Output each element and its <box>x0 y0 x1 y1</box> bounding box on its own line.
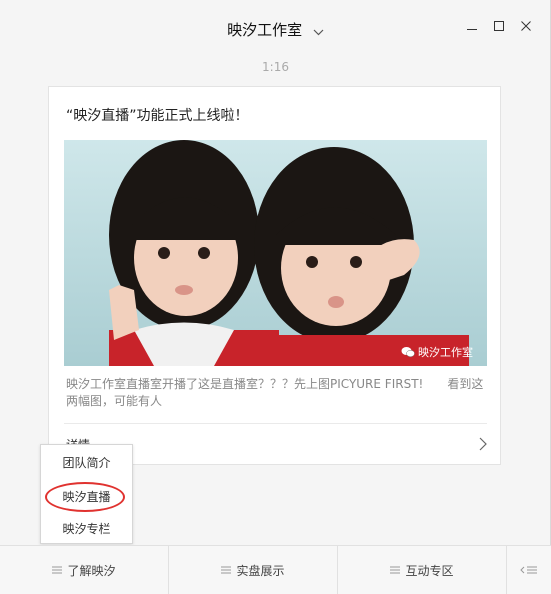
article-summary: 映汐工作室直播室开播了这是直播室？？？先上图PICYURE FIRST! 看到这… <box>66 377 484 408</box>
bottom-menu-bar: 了解映汐 实盘展示 互动专区 <box>0 545 551 594</box>
account-name[interactable]: 映汐工作室 <box>227 21 302 39</box>
menu-item-interactive[interactable]: 互动专区 <box>338 546 506 594</box>
message-timestamp: 1:16 <box>262 60 289 74</box>
submenu-item-team-intro[interactable]: 团队简介 <box>41 451 132 475</box>
menu-item-about[interactable]: 了解映汐 <box>0 546 168 594</box>
chat-window: 映汐工作室 1:16 “映汐直播”功能正式上线啦！ 映汐工作室 映汐工作室直播室… <box>0 0 551 594</box>
window-controls <box>458 15 539 37</box>
chevron-right-icon[interactable] <box>479 436 487 455</box>
maximize-icon[interactable] <box>485 15 512 37</box>
menu-item-about-label[interactable]: 了解映汐 <box>67 562 115 579</box>
wechat-icon <box>401 347 415 357</box>
minimize-icon[interactable] <box>458 15 485 37</box>
menu-lines-icon <box>221 566 232 574</box>
submenu-item-live[interactable]: 映汐直播 <box>41 482 132 512</box>
title-bar: 映汐工作室 <box>0 0 551 56</box>
menu-item-showcase-label[interactable]: 实盘展示 <box>236 562 284 579</box>
submenu-item-column[interactable]: 映汐专栏 <box>41 517 132 541</box>
submenu-popup: 团队简介 映汐直播 映汐专栏 <box>40 444 133 544</box>
keyboard-toggle-icon[interactable] <box>507 546 551 594</box>
submenu-item-live-label[interactable]: 映汐直播 <box>62 490 110 504</box>
watermark-text: 映汐工作室 <box>418 346 473 359</box>
menu-item-interactive-label[interactable]: 互动专区 <box>405 562 453 579</box>
menu-item-showcase[interactable]: 实盘展示 <box>169 546 337 594</box>
menu-lines-icon <box>52 566 63 574</box>
article-cover-image[interactable]: 映汐工作室 <box>64 140 487 366</box>
close-icon[interactable] <box>512 15 539 37</box>
chevron-down-icon[interactable] <box>313 22 324 40</box>
menu-lines-icon <box>390 566 401 574</box>
image-watermark: 映汐工作室 <box>401 344 473 360</box>
article-title[interactable]: “映汐直播”功能正式上线啦！ <box>66 105 249 125</box>
article-card[interactable]: “映汐直播”功能正式上线啦！ 映汐工作室 映汐工作室直播室开播了这是直播室？？？… <box>48 86 501 465</box>
